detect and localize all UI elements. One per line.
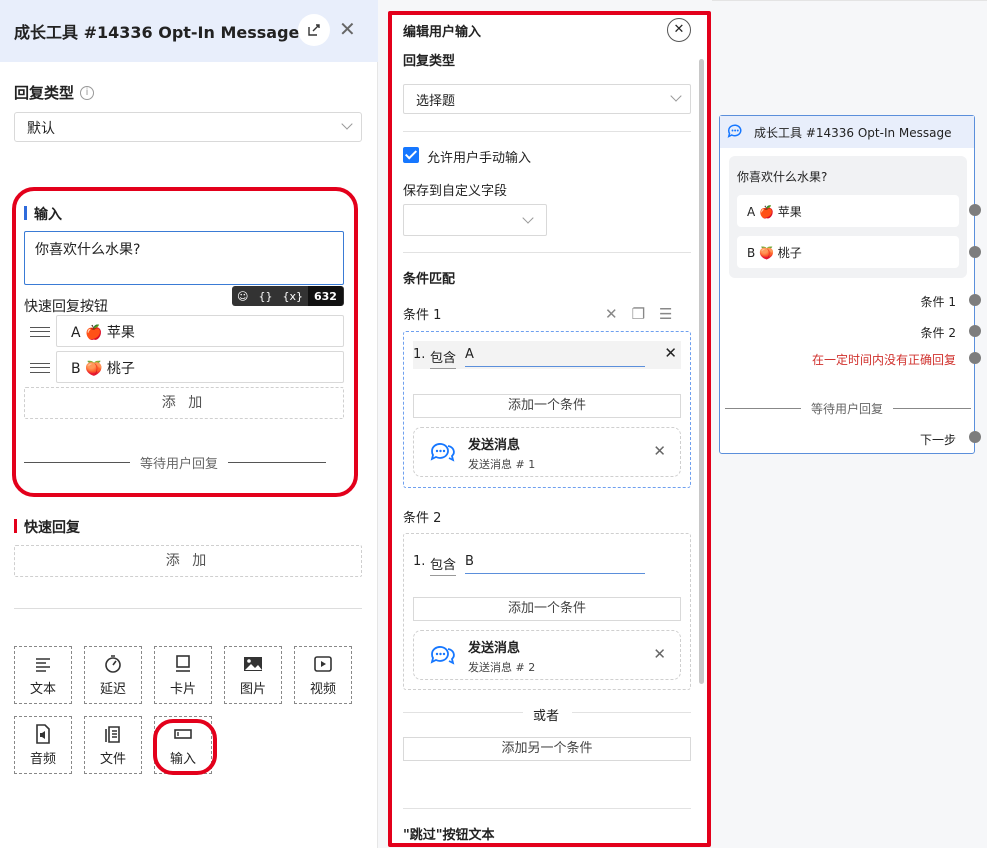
tool-label: 卡片 xyxy=(169,682,196,697)
node-condition-2: 条件 2 xyxy=(920,326,956,340)
next-step-port[interactable] xyxy=(969,431,981,443)
highlight-outline-edit-panel xyxy=(388,11,711,847)
edit-title-button[interactable] xyxy=(298,14,330,46)
reply-type-value: 默认 xyxy=(27,121,55,137)
tool-label: 音频 xyxy=(29,752,56,767)
tool-label: 文件 xyxy=(99,752,126,767)
node-message-body: 你喜欢什么水果? A 🍎 苹果 B 🍑 桃子 xyxy=(729,156,967,278)
condition-2-port[interactable] xyxy=(969,325,981,337)
quick-reply-section-label: 快速回复 xyxy=(14,517,80,537)
text-icon xyxy=(36,658,50,672)
panel-header: 成长工具 #14336 Opt-In Message ✕ xyxy=(0,0,378,62)
tool-video-button[interactable]: 视频 xyxy=(294,646,352,704)
tool-delay-button[interactable]: 延迟 xyxy=(84,646,142,704)
timeout-port[interactable] xyxy=(969,352,981,364)
node-condition-1: 条件 1 xyxy=(920,295,956,309)
tool-audio-button[interactable]: 音频 xyxy=(14,716,72,774)
node-title: 成长工具 #14336 Opt-In Message xyxy=(754,126,952,140)
timer-icon xyxy=(105,655,121,673)
chevron-down-icon xyxy=(341,118,353,130)
info-icon[interactable]: i xyxy=(80,85,95,100)
reply-type-select[interactable]: 默认 xyxy=(14,112,362,142)
condition-1-port[interactable] xyxy=(969,294,981,306)
node-option: A 🍎 苹果 xyxy=(737,195,959,227)
node-wait-text: 等待用户回复 xyxy=(811,402,884,416)
flow-node-card[interactable]: 成长工具 #14336 Opt-In Message 你喜欢什么水果? A 🍎 … xyxy=(719,115,975,454)
option-a-port[interactable] xyxy=(969,204,981,216)
node-option: B 🍑 桃子 xyxy=(737,236,959,268)
image-icon xyxy=(244,657,262,671)
tool-label: 文本 xyxy=(29,682,56,697)
tool-label: 图片 xyxy=(239,682,266,697)
video-icon xyxy=(314,656,332,672)
tool-text-button[interactable]: 文本 xyxy=(14,646,72,704)
divider-line xyxy=(725,408,801,409)
edit-icon xyxy=(308,24,320,36)
section-divider xyxy=(14,608,362,609)
option-b-port[interactable] xyxy=(969,246,981,258)
chat-bubbles-icon xyxy=(727,124,742,138)
highlight-outline-input-section xyxy=(12,187,358,497)
highlight-outline-input-tool xyxy=(153,719,217,775)
node-next-step: 下一步 xyxy=(919,433,956,447)
node-wait-divider: 等待用户回复 xyxy=(725,400,972,417)
file-icon xyxy=(105,726,120,743)
node-header: 成长工具 #14336 Opt-In Message xyxy=(720,116,974,148)
node-timeout-label: 在一定时间内没有正确回复 xyxy=(811,353,956,367)
tool-image-button[interactable]: 图片 xyxy=(224,646,282,704)
audio-icon xyxy=(36,724,50,744)
divider-line xyxy=(893,408,972,409)
tool-label: 延迟 xyxy=(99,682,126,697)
tool-file-button[interactable]: 文件 xyxy=(84,716,142,774)
add-quick-reply-section-button[interactable]: 添 加 xyxy=(14,545,362,577)
reply-type-label: 回复类型 i xyxy=(14,82,95,103)
card-icon xyxy=(176,655,190,672)
canvas-divider xyxy=(712,0,987,1)
tool-card-button[interactable]: 卡片 xyxy=(154,646,212,704)
reply-type-text: 回复类型 xyxy=(14,84,75,102)
close-panel-button[interactable]: ✕ xyxy=(339,19,356,39)
tool-label: 视频 xyxy=(309,682,336,697)
node-question: 你喜欢什么水果? xyxy=(737,170,828,184)
panel-title: 成长工具 #14336 Opt-In Message xyxy=(14,23,300,42)
